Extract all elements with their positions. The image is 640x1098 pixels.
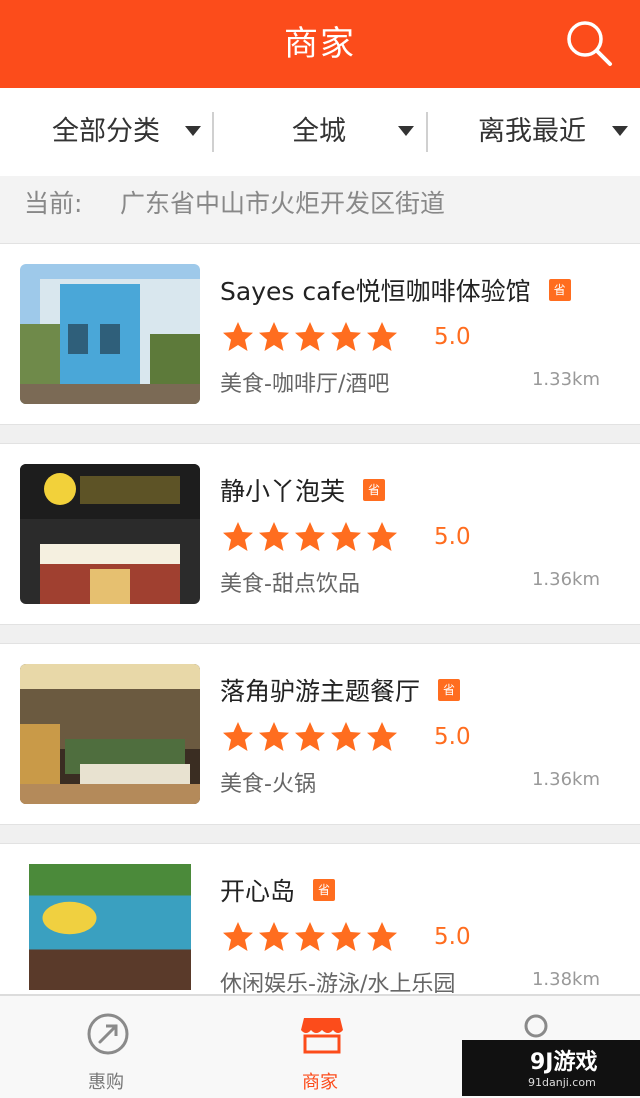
location-label: 当前: bbox=[24, 189, 83, 218]
merchant-card[interactable]: 开心岛省 5.0 休闲娱乐-游泳/水上乐园 1.38km bbox=[0, 843, 640, 1005]
star-icon bbox=[331, 322, 361, 351]
filter-area[interactable]: 全城 bbox=[292, 88, 346, 176]
star-rating bbox=[222, 521, 402, 553]
chevron-down-icon[interactable] bbox=[185, 126, 201, 136]
star-icon bbox=[367, 322, 397, 351]
star-icon bbox=[295, 322, 325, 351]
current-location-bar: 当前: 广东省中山市火炬开发区街道 bbox=[0, 176, 640, 244]
compass-icon bbox=[87, 1013, 129, 1055]
chevron-down-icon[interactable] bbox=[398, 126, 414, 136]
merchant-name: 静小丫泡芙省 bbox=[220, 472, 386, 508]
tab-label: 商家 bbox=[302, 1072, 338, 1093]
tab-merchants[interactable]: 商家 bbox=[260, 996, 380, 1098]
star-icon bbox=[259, 722, 289, 751]
merchant-photo bbox=[20, 664, 200, 804]
divider bbox=[212, 112, 214, 152]
star-icon bbox=[367, 722, 397, 751]
star-icon bbox=[367, 522, 397, 551]
search-icon[interactable] bbox=[564, 18, 614, 68]
rating-score: 5.0 bbox=[434, 524, 471, 550]
discount-badge: 省 bbox=[313, 879, 336, 901]
filter-area-label: 全城 bbox=[292, 116, 346, 147]
filter-sort[interactable]: 离我最近 bbox=[478, 88, 586, 176]
merchant-name: 落角驴游主题餐厅省 bbox=[220, 672, 461, 708]
filter-sort-label: 离我最近 bbox=[478, 116, 586, 147]
store-icon bbox=[301, 1018, 343, 1054]
merchant-card[interactable]: 静小丫泡芙省 5.0 美食-甜点饮品 1.36km bbox=[0, 443, 640, 625]
merchant-distance: 1.36km bbox=[531, 769, 600, 790]
page-title: 商家 bbox=[284, 24, 356, 64]
discount-badge: 省 bbox=[438, 679, 461, 701]
rating-score: 5.0 bbox=[434, 724, 471, 750]
discount-badge: 省 bbox=[363, 479, 386, 501]
star-icon bbox=[223, 322, 253, 351]
tab-huigou[interactable]: 惠购 bbox=[46, 996, 166, 1098]
location-value: 广东省中山市火炬开发区街道 bbox=[120, 189, 446, 218]
watermark-brand: 9J游戏 bbox=[530, 1050, 598, 1075]
star-icon bbox=[223, 522, 253, 551]
star-rating bbox=[222, 721, 402, 753]
merchant-photo bbox=[20, 464, 200, 604]
merchant-distance: 1.36km bbox=[531, 569, 600, 590]
chevron-down-icon[interactable] bbox=[612, 126, 628, 136]
star-icon bbox=[331, 722, 361, 751]
watermark-site: 91danji.com bbox=[528, 1076, 596, 1089]
star-icon bbox=[295, 922, 325, 951]
star-icon bbox=[295, 722, 325, 751]
rating-score: 5.0 bbox=[434, 924, 471, 950]
filter-bar: 全部分类 全城 离我最近 bbox=[0, 88, 640, 177]
star-rating bbox=[222, 321, 402, 353]
star-icon bbox=[223, 922, 253, 951]
star-icon bbox=[295, 522, 325, 551]
star-rating bbox=[222, 921, 402, 953]
discount-badge: 省 bbox=[548, 279, 571, 301]
tab-label: 惠购 bbox=[88, 1072, 124, 1093]
star-icon bbox=[367, 922, 397, 951]
merchant-name: 开心岛省 bbox=[220, 872, 336, 908]
star-icon bbox=[223, 722, 253, 751]
merchant-distance: 1.38km bbox=[531, 969, 600, 990]
star-icon bbox=[331, 922, 361, 951]
star-icon bbox=[259, 522, 289, 551]
app-header: 商家 bbox=[0, 0, 640, 88]
merchant-card[interactable]: 落角驴游主题餐厅省 5.0 美食-火锅 1.36km bbox=[0, 643, 640, 825]
merchant-distance: 1.33km bbox=[531, 369, 600, 390]
star-icon bbox=[259, 922, 289, 951]
divider bbox=[426, 112, 428, 152]
rating-score: 5.0 bbox=[434, 324, 471, 350]
site-watermark: 9J游戏 91danji.com bbox=[462, 1040, 640, 1096]
filter-category[interactable]: 全部分类 bbox=[52, 88, 160, 176]
merchant-category: 美食-甜点饮品 bbox=[220, 572, 360, 597]
star-icon bbox=[259, 322, 289, 351]
merchant-photo bbox=[20, 264, 200, 404]
merchant-category: 美食-咖啡厅/酒吧 bbox=[220, 372, 390, 397]
merchant-card[interactable]: Sayes cafe悦恒咖啡体验馆省 5.0 美食-咖啡厅/酒吧 1.33km bbox=[0, 243, 640, 425]
merchant-name: Sayes cafe悦恒咖啡体验馆省 bbox=[220, 272, 571, 308]
merchant-category: 美食-火锅 bbox=[220, 772, 316, 797]
merchant-photo bbox=[29, 864, 191, 990]
star-icon bbox=[331, 522, 361, 551]
filter-category-label: 全部分类 bbox=[52, 116, 160, 147]
